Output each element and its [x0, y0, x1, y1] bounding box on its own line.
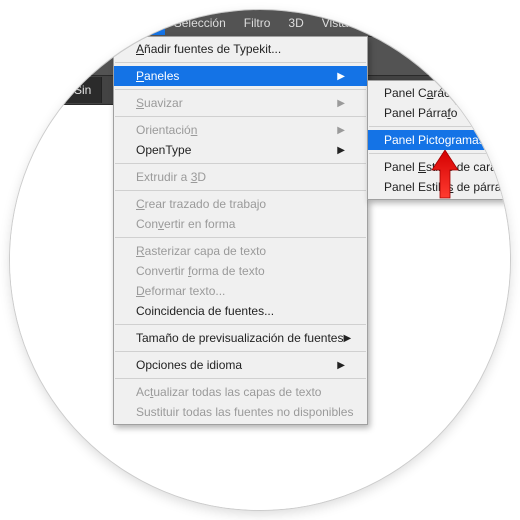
menu-item-convertir-forma-texto: Convertir forma de texto [114, 261, 367, 281]
menu-ventana[interactable]: Ventana [357, 11, 419, 35]
options-icon[interactable] [52, 44, 76, 68]
menu-item-deformar: Deformar texto... [114, 281, 367, 301]
chevron-down-icon[interactable]: ▽ [459, 51, 466, 62]
menu-texto[interactable]: Texto [118, 11, 165, 35]
menu-vista[interactable]: Vista [313, 11, 357, 35]
menu-item-tamano-preview[interactable]: Tamaño de previsualización de fuentes▶ [114, 328, 367, 348]
menu-3d[interactable]: 3D [279, 11, 312, 35]
submenu-panel-parrafo[interactable]: Panel Párrafo [368, 103, 510, 123]
document-tab-active[interactable]: Sin [64, 77, 102, 103]
menu-item-paneles[interactable]: Paneles▶ [114, 66, 367, 86]
menu-item-convertir-forma: Convertir en forma [114, 214, 367, 234]
submenu-panel-estilos-parrafo[interactable]: Panel Estilos de párrafo [368, 177, 510, 197]
menu-item-opentype[interactable]: OpenType▶ [114, 140, 367, 160]
menu-item-opciones-idioma[interactable]: Opciones de idioma▶ [114, 355, 367, 375]
menubar: apa Texto Selección Filtro 3D Vista Vent… [10, 10, 510, 37]
menu-item-sustituir-fuentes: Sustituir todas las fuentes no disponibl… [114, 402, 367, 422]
menu-item-add-typekit[interactable]: Añadir fuentes de Typekit... [114, 39, 367, 59]
anchura-label: Anch.: [476, 49, 510, 63]
submenu-panel-estilos-caracter[interactable]: Panel Estilos de carácter [368, 157, 510, 177]
menu-seleccion[interactable]: Selección [165, 11, 235, 35]
menu-item-rasterizar: Rasterizar capa de texto [114, 241, 367, 261]
menu-item-orientacion: Orientación▶ [114, 120, 367, 140]
tab-fragment: ,6/8) [20, 77, 64, 103]
menu-item-extrudir: Extrudir a 3D [114, 167, 367, 187]
submenu-panel-caracter[interactable]: Panel Carácter [368, 83, 510, 103]
menu-item-crear-trazado: Crear trazado de trabajo [114, 194, 367, 214]
menu-ayuda[interactable]: Ayuda [419, 11, 471, 35]
submenu-panel-pictogramas[interactable]: Panel Pictogramas [368, 130, 510, 150]
menu-item-suavizar: Suavizar▶ [114, 93, 367, 113]
texto-menu: Añadir fuentes de Typekit... Paneles▶ Su… [113, 36, 368, 425]
menu-capa[interactable]: apa [80, 11, 118, 35]
menu-filtro[interactable]: Filtro [235, 11, 280, 35]
menu-item-coincidencia[interactable]: Coincidencia de fuentes... [114, 301, 367, 321]
paneles-submenu: Panel Carácter Panel Párrafo Panel Picto… [367, 80, 510, 200]
menu-item-actualizar-capas: Actualizar todas las capas de texto [114, 382, 367, 402]
